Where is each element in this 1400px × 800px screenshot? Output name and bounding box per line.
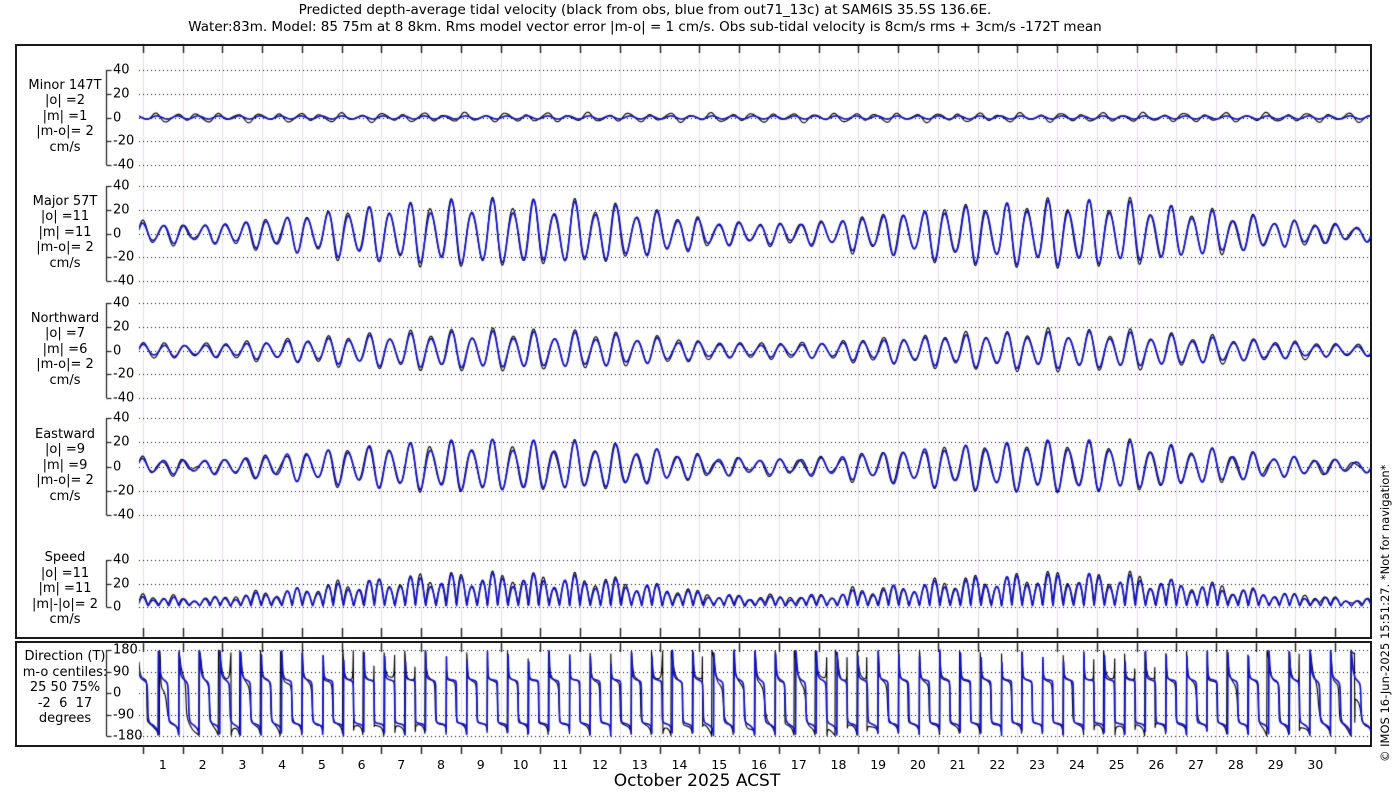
ytick-label-speed: 20 [113, 576, 130, 591]
x-tick-day-label: 23 [1029, 757, 1046, 772]
x-tick-day-label: 10 [512, 757, 529, 772]
x-tick-day-label: 21 [949, 757, 966, 772]
panel-label-northward: Northward |o| =7 |m| =6 |m-o|= 2 cm/s [30, 310, 100, 388]
x-tick-day-label: 19 [870, 757, 887, 772]
ytick-label-direction: 0 [113, 685, 122, 701]
ytick-label-speed: 0 [113, 599, 122, 615]
x-tick-day-label: 14 [671, 757, 688, 772]
x-tick-day-label: 27 [1188, 757, 1205, 772]
x-tick-day-label: 11 [552, 757, 569, 772]
x-tick-day-label: 16 [751, 757, 767, 772]
copyright-watermark: © IMOS 16-Jun-2025 15:51:27. *Not for na… [1378, 464, 1392, 762]
x-tick-day-label: 1 [158, 757, 167, 772]
ytick-label-northward: -20 [113, 366, 135, 382]
ytick-label-direction: 180 [113, 642, 138, 658]
ytick-label-eastward: 40 [113, 410, 130, 426]
x-tick-day-label: 26 [1148, 757, 1165, 772]
ytick-label-northward: 40 [113, 295, 130, 311]
ytick-label-eastward: -20 [113, 483, 135, 499]
ytick-label-minor: 40 [113, 62, 130, 78]
panel-label-minor: Minor 147T |o| =2 |m| =1 |m-o|= 2 cm/s [28, 77, 102, 155]
panel-label-direction: Direction (T) m-o centiles: 25 50 75% -2… [22, 649, 108, 727]
ytick-label-minor: 0 [113, 110, 122, 125]
ytick-label-direction: -180 [113, 728, 143, 744]
x-tick-day-label: 28 [1227, 757, 1244, 772]
panel-label-speed: Speed |o| =11 |m| =11 |m|-|o|= 2 cm/s [31, 550, 99, 628]
ytick-label-minor: -40 [113, 157, 135, 173]
x-tick-day-label: 5 [317, 757, 326, 772]
x-tick-day-label: 8 [437, 757, 446, 772]
ytick-label-eastward: -40 [113, 507, 135, 523]
tidal-velocity-plot-page: Predicted depth-average tidal velocity (… [0, 0, 1400, 800]
panel-label-major: Major 57T |o| =11 |m| =11 |m-o|= 2 cm/s [32, 193, 98, 271]
ytick-label-major: 0 [113, 226, 122, 241]
ytick-label-major: -20 [113, 249, 135, 265]
ytick-label-minor: -20 [113, 133, 135, 149]
x-tick-day-label: 25 [1108, 757, 1125, 772]
ytick-label-northward: -40 [113, 390, 135, 406]
x-tick-day-label: 3 [238, 757, 247, 772]
x-tick-day-label: 6 [357, 757, 366, 772]
ytick-label-major: 20 [113, 202, 130, 218]
x-tick-day-label: 13 [631, 757, 648, 772]
ytick-label-eastward: 0 [113, 459, 122, 474]
ytick-label-speed: 40 [113, 552, 130, 568]
ytick-label-minor: 20 [113, 86, 130, 102]
x-tick-day-label: 15 [711, 757, 728, 772]
chart-canvas [0, 0, 1400, 800]
x-tick-day-label: 4 [278, 757, 287, 772]
ytick-label-eastward: 20 [113, 434, 130, 450]
x-tick-day-label: 29 [1267, 757, 1284, 772]
ytick-label-direction: 90 [113, 664, 130, 679]
x-tick-day-label: 12 [592, 757, 608, 772]
ytick-label-direction: -90 [113, 707, 135, 722]
x-tick-day-label: 9 [476, 757, 485, 772]
x-tick-day-label: 24 [1068, 757, 1085, 772]
ytick-label-northward: 20 [113, 319, 130, 335]
x-tick-day-label: 17 [790, 757, 807, 772]
ytick-label-northward: 0 [113, 343, 122, 358]
ytick-label-major: -40 [113, 273, 135, 289]
x-tick-day-label: 22 [989, 757, 1006, 772]
x-tick-day-label: 18 [830, 757, 847, 772]
ytick-label-major: 40 [113, 178, 130, 194]
x-tick-day-label: 2 [198, 757, 207, 772]
x-tick-day-label: 20 [909, 757, 926, 772]
panel-label-eastward: Eastward |o| =9 |m| =9 |m-o|= 2 cm/s [34, 426, 96, 504]
x-axis-label: October 2025 ACST [613, 771, 781, 791]
x-tick-day-label: 7 [397, 757, 406, 772]
x-tick-day-label: 30 [1307, 757, 1324, 772]
